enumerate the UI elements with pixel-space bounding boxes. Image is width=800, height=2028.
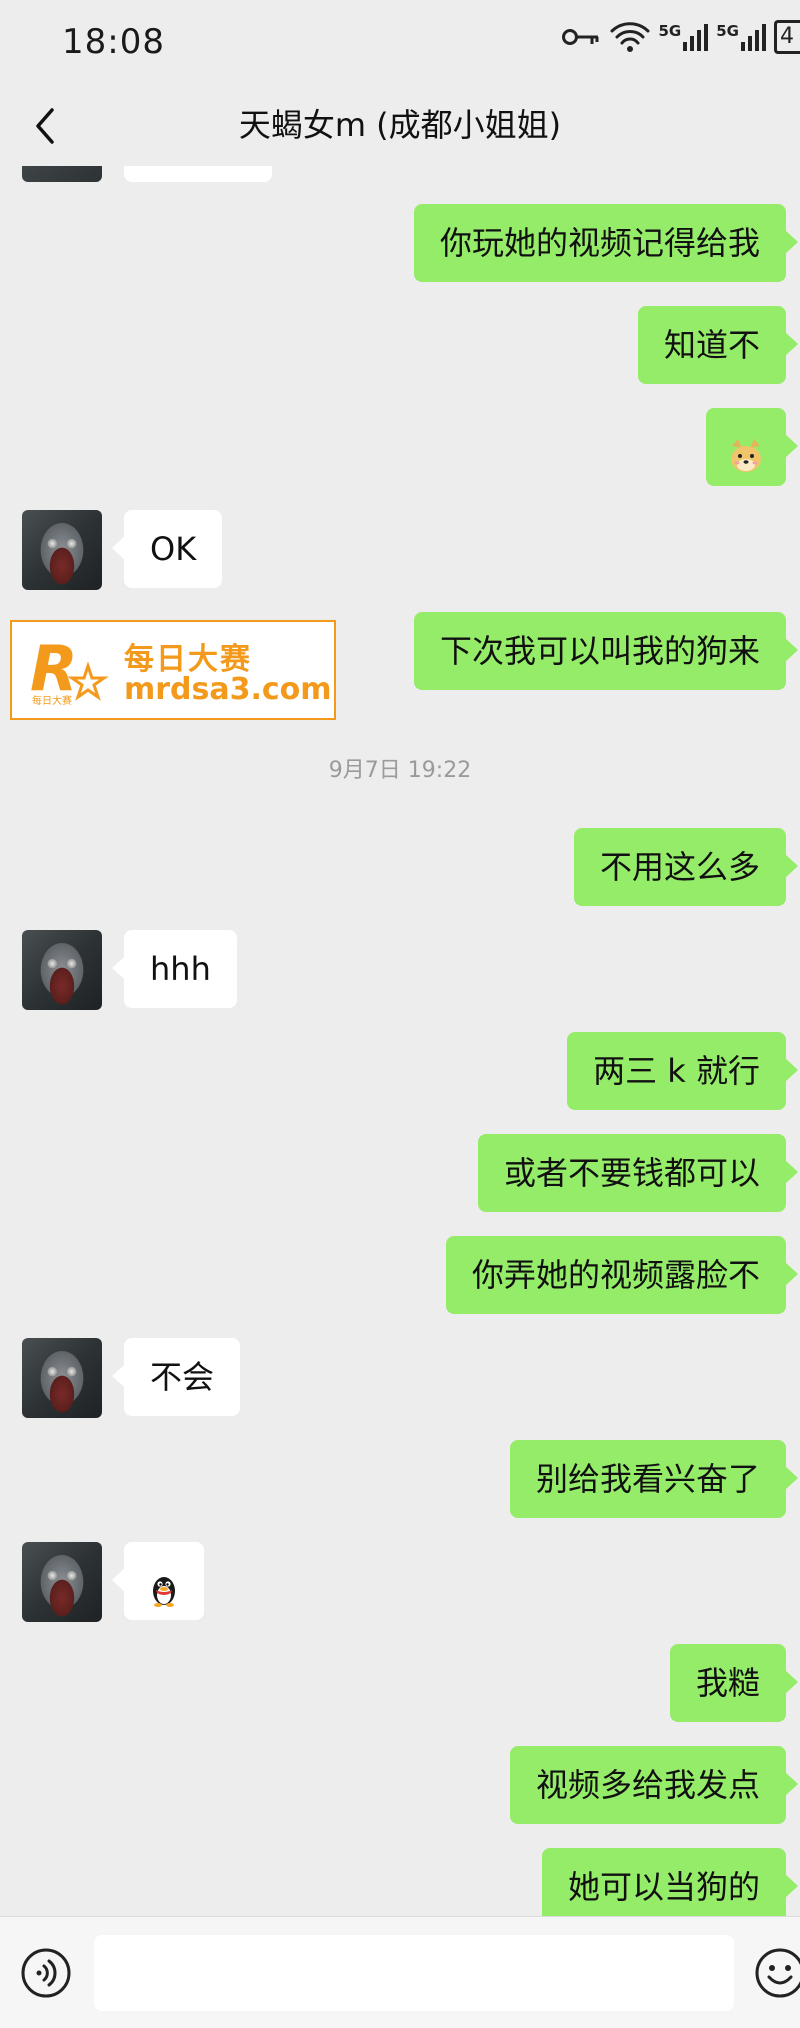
message-bubble-incoming[interactable]: OK <box>124 510 222 588</box>
wifi-icon <box>609 20 651 54</box>
message-timestamp: 9月7日 19:22 <box>0 752 800 784</box>
nav-bar: 天蝎女m (成都小姐姐) <box>0 86 800 166</box>
penguin-emoji-icon <box>144 1560 184 1600</box>
message-row-outgoing: 视频多给我发点 <box>510 1746 786 1824</box>
message-bubble-outgoing[interactable]: 你弄她的视频露脸不 <box>446 1236 786 1314</box>
message-row-outgoing: 或者不要钱都可以 <box>478 1134 786 1212</box>
message-row-outgoing: 下次我可以叫我的狗来 <box>414 612 786 690</box>
message-row-outgoing: 两三 k 就行 <box>567 1032 786 1110</box>
message-bubble-outgoing[interactable]: 别给我看兴奋了 <box>510 1440 786 1518</box>
signal-icon: 5G <box>659 22 709 52</box>
message-row-incoming: OK <box>22 510 222 588</box>
key-icon <box>561 25 601 49</box>
message-row-incoming: 不会 <box>22 1338 240 1416</box>
watermark: R 每日大赛 每日大赛 mrdsa3.com <box>10 620 336 720</box>
battery-icon: 4 <box>774 20 800 54</box>
chat-list[interactable]: 你玩她的视频记得给我 知道不 OK 下次我可以叫我 <box>0 166 800 1916</box>
message-bubble-incoming[interactable]: hhh <box>124 930 237 1008</box>
message-bubble-outgoing[interactable]: 我糙 <box>670 1644 786 1722</box>
message-bubble-incoming[interactable]: 不会 <box>124 1338 240 1416</box>
signal-icon: 5G <box>716 22 766 52</box>
emoji-icon[interactable] <box>754 1947 800 1999</box>
message-input[interactable] <box>94 1935 734 2011</box>
message-row-outgoing: 你弄她的视频露脸不 <box>446 1236 786 1314</box>
message-row-outgoing: 我糙 <box>670 1644 786 1722</box>
avatar[interactable] <box>22 930 102 1010</box>
message-row-outgoing: 别给我看兴奋了 <box>510 1440 786 1518</box>
message-row-outgoing: 你玩她的视频记得给我 <box>414 204 786 282</box>
svg-text:R: R <box>30 632 78 705</box>
input-bar <box>0 1916 800 2028</box>
message-row-outgoing: 不用这么多 <box>574 828 786 906</box>
message-bubble-incoming[interactable] <box>124 1542 204 1620</box>
watermark-logo: R 每日大赛 <box>26 632 116 712</box>
message-bubble-outgoing[interactable]: 不用这么多 <box>574 828 786 906</box>
message-bubble-outgoing[interactable]: 你玩她的视频记得给我 <box>414 204 786 282</box>
message-bubble-outgoing[interactable]: 她可以当狗的 <box>542 1848 786 1916</box>
message-bubble-outgoing[interactable]: 视频多给我发点 <box>510 1746 786 1824</box>
network-type-label: 5G <box>716 22 739 40</box>
message-row-incoming: hhh <box>22 930 237 1008</box>
message-bubble-outgoing[interactable]: 下次我可以叫我的狗来 <box>414 612 786 690</box>
message-bubble-outgoing[interactable]: 知道不 <box>638 306 786 384</box>
status-icons: 5G 5G 4 <box>561 20 800 54</box>
watermark-url: mrdsa3.com <box>124 672 332 707</box>
message-bubble-outgoing[interactable]: 或者不要钱都可以 <box>478 1134 786 1212</box>
battery-level: 4 <box>780 24 794 49</box>
status-time: 18:08 <box>62 22 165 62</box>
message-row-outgoing: 知道不 <box>638 306 786 384</box>
message-bubble-outgoing[interactable]: 两三 k 就行 <box>567 1032 786 1110</box>
avatar[interactable] <box>22 1338 102 1418</box>
message-row-outgoing <box>706 408 786 486</box>
doge-emoji-icon <box>726 426 766 466</box>
message-row-incoming <box>22 1542 204 1620</box>
message-row-outgoing: 她可以当狗的 <box>542 1848 786 1916</box>
chat-title: 天蝎女m (成都小姐姐) <box>0 100 800 146</box>
network-type-label: 5G <box>659 22 682 40</box>
status-bar: 18:08 5G 5G 4 <box>0 0 800 86</box>
message-bubble-outgoing[interactable] <box>706 408 786 486</box>
avatar[interactable] <box>22 510 102 590</box>
voice-icon[interactable] <box>20 1947 72 1999</box>
watermark-logo-text: 每日大赛 <box>32 694 72 707</box>
avatar[interactable] <box>22 1542 102 1622</box>
